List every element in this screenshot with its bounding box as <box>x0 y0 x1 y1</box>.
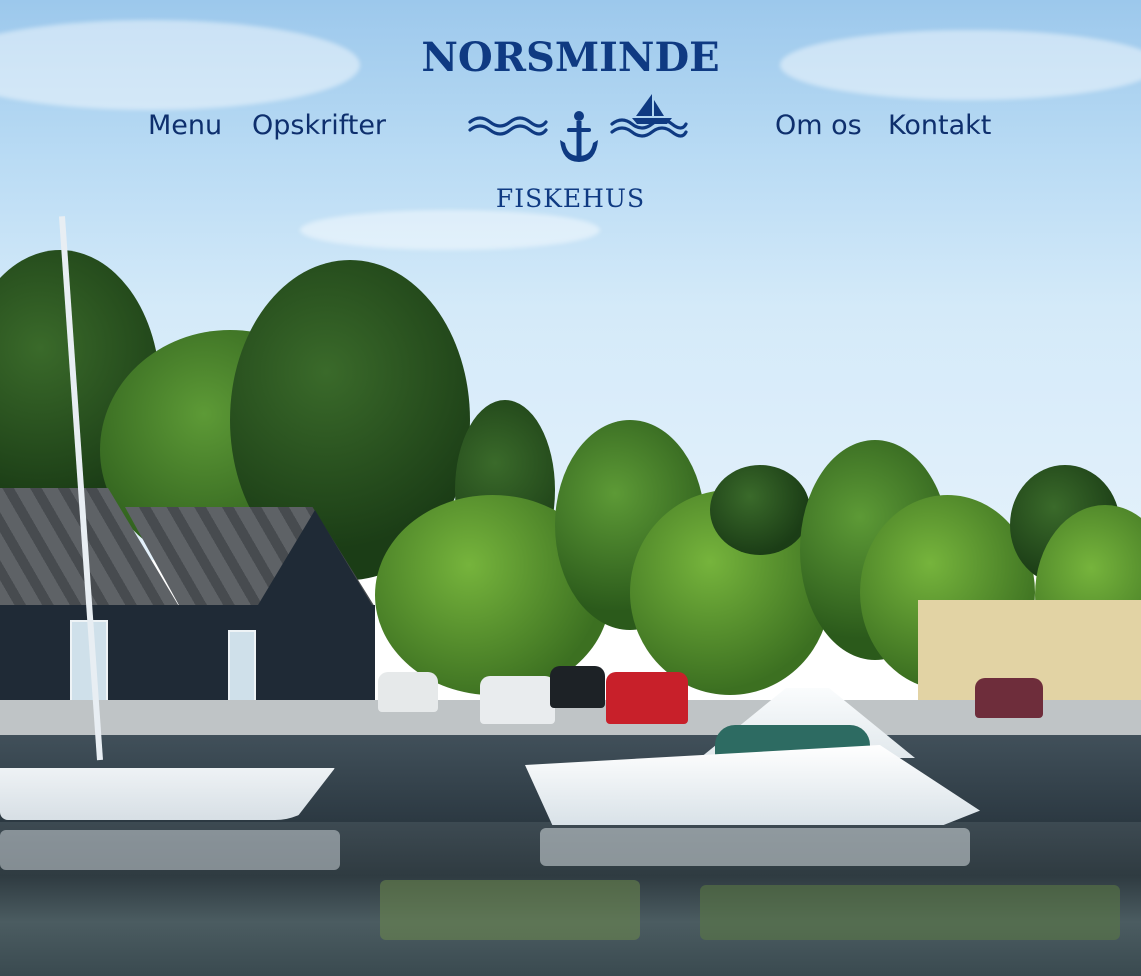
nav-opskrifter[interactable]: Opskrifter <box>252 110 386 141</box>
water-reflection <box>700 885 1120 940</box>
brand-title[interactable]: NORSMINDE <box>0 34 1141 81</box>
car <box>480 676 555 724</box>
nav-om-os[interactable]: Om os <box>775 110 862 141</box>
nav-kontakt[interactable]: Kontakt <box>888 110 991 141</box>
brand-subtitle: FISKEHUS <box>495 184 646 213</box>
car <box>975 678 1043 718</box>
car <box>550 666 605 708</box>
water-reflection <box>540 828 970 866</box>
anchor-waves-sailboat-icon[interactable] <box>466 92 690 164</box>
cloud <box>300 210 600 250</box>
tree <box>710 465 810 555</box>
car <box>606 672 688 724</box>
car <box>378 672 438 712</box>
water-reflection <box>380 880 640 940</box>
water-reflection <box>0 830 340 870</box>
nav-menu[interactable]: Menu <box>148 110 222 141</box>
